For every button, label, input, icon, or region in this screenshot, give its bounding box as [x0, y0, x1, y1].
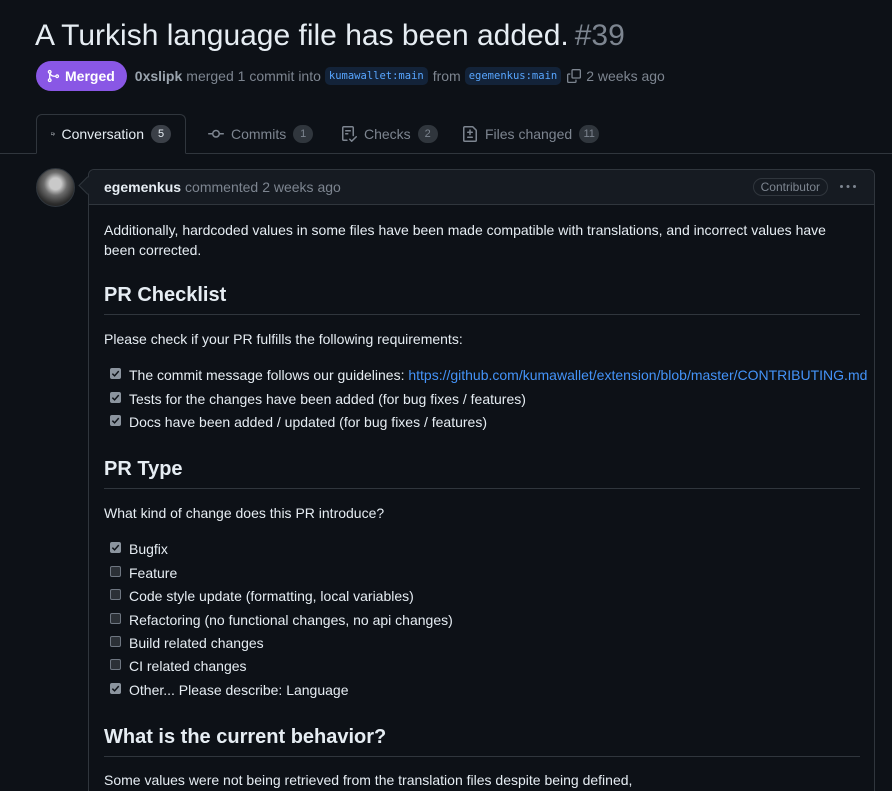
- tab-commits-count: 1: [293, 124, 314, 143]
- merged-label: Merged: [65, 68, 115, 84]
- checkbox-checked-icon[interactable]: [110, 414, 121, 426]
- pr-tabs: Conversation 5 Commits 1 Checks 2 Files …: [0, 114, 892, 154]
- checklist-icon: [342, 125, 357, 142]
- kebab-menu-icon[interactable]: [839, 179, 857, 195]
- checklist-item-text: Docs have been added / updated (for bug …: [129, 414, 488, 430]
- checkbox-unchecked-icon[interactable]: [110, 588, 121, 600]
- tab-files-changed-label: Files changed: [485, 125, 573, 142]
- checkbox-checked-icon[interactable]: [110, 391, 121, 403]
- base-branch[interactable]: kumawallet:main: [324, 67, 428, 85]
- checkbox-checked-icon[interactable]: [110, 682, 121, 694]
- type-item-text: Bugfix: [129, 541, 168, 557]
- tab-checks-count: 2: [417, 124, 438, 143]
- git-commit-icon: [208, 129, 224, 138]
- checklist-heading: PR Checklist: [104, 282, 860, 315]
- tab-commits[interactable]: Commits 1: [194, 114, 327, 153]
- tab-checks[interactable]: Checks 2: [327, 114, 452, 153]
- tab-conversation[interactable]: Conversation 5: [36, 114, 186, 154]
- type-item: Bugfix: [110, 539, 168, 559]
- tab-files-changed-count: 11: [579, 124, 600, 143]
- comment-intro: Additionally, hardcoded values in some f…: [104, 222, 826, 258]
- checklist-item: The commit message follows our guideline…: [110, 365, 867, 385]
- comment-header: egemenkus commented 2 weeks ago Contribu…: [89, 170, 874, 205]
- checkbox-checked-icon[interactable]: [110, 367, 121, 379]
- checkbox-unchecked-icon[interactable]: [110, 565, 121, 577]
- pr-meta: Merged 0xslipk merged 1 commit into kuma…: [36, 61, 669, 91]
- tab-commits-label: Commits: [231, 125, 287, 142]
- type-item-text: Refactoring (no functional changes, no a…: [129, 612, 453, 628]
- pr-type-heading: PR Type: [104, 456, 860, 489]
- type-item-text: Build related changes: [129, 635, 264, 651]
- merged-text: merged 1 commit into: [186, 68, 321, 84]
- type-item-text: CI related changes: [129, 658, 247, 674]
- pr-title: A Turkish language file has been added. #…: [35, 14, 625, 58]
- pr-author-link[interactable]: 0xslipk: [135, 68, 182, 84]
- contributing-link[interactable]: https://github.com/kumawallet/extension/…: [408, 367, 867, 383]
- checklist-item-text: Tests for the changes have been added (f…: [129, 391, 526, 407]
- contributor-badge: Contributor: [752, 178, 828, 196]
- pr-number: #39: [574, 19, 625, 52]
- head-branch[interactable]: egemenkus:main: [464, 67, 562, 85]
- tab-checks-label: Checks: [364, 125, 411, 142]
- current-behavior-heading: What is the current behavior?: [104, 724, 860, 757]
- type-item-text: Feature: [129, 565, 178, 581]
- type-item: CI related changes: [110, 656, 247, 676]
- type-item-text: Other... Please describe: Language: [129, 682, 349, 698]
- comment-box: egemenkus commented 2 weeks ago Contribu…: [88, 169, 875, 791]
- tab-conversation-count: 5: [151, 125, 171, 143]
- avatar[interactable]: [36, 168, 75, 207]
- pull-request-page: A Turkish language file has been added. #…: [0, 0, 892, 791]
- git-merge-icon: [47, 69, 60, 83]
- from-text: from: [432, 68, 461, 84]
- merged-state-badge: Merged: [36, 61, 127, 91]
- checkbox-unchecked-icon[interactable]: [110, 635, 121, 647]
- pr-title-text: A Turkish language file has been added.: [35, 19, 569, 52]
- comment-author-link[interactable]: egemenkus: [104, 179, 181, 195]
- checkbox-unchecked-icon[interactable]: [110, 658, 121, 670]
- type-item: Feature: [110, 563, 177, 583]
- checklist-intro: Please check if your PR fulfills the fol…: [104, 331, 463, 347]
- type-item: Refactoring (no functional changes, no a…: [110, 610, 453, 630]
- merge-time: 2 weeks ago: [586, 68, 665, 84]
- copy-icon[interactable]: [567, 69, 582, 83]
- tab-conversation-label: Conversation: [61, 126, 145, 142]
- checkbox-checked-icon[interactable]: [110, 541, 121, 553]
- comment-discussion-icon: [51, 132, 55, 136]
- current-behavior-text: Some values were not being retrieved fro…: [104, 772, 633, 788]
- pr-type-intro: What kind of change does this PR introdu…: [104, 505, 385, 521]
- tab-files-changed[interactable]: Files changed 11: [448, 114, 613, 153]
- type-item-text: Code style update (formatting, local var…: [129, 588, 414, 604]
- checklist-item: Docs have been added / updated (for bug …: [110, 412, 487, 432]
- checkbox-unchecked-icon[interactable]: [110, 612, 121, 624]
- comment-time[interactable]: 2 weeks ago: [262, 179, 341, 195]
- comment-action: commented: [185, 179, 259, 195]
- file-diff-icon: [463, 125, 477, 142]
- type-item: Code style update (formatting, local var…: [110, 586, 414, 606]
- type-item: Build related changes: [110, 633, 264, 653]
- type-item: Other... Please describe: Language: [110, 680, 348, 700]
- checklist-item-text: The commit message follows our guideline…: [129, 367, 409, 383]
- checklist-item: Tests for the changes have been added (f…: [110, 389, 526, 409]
